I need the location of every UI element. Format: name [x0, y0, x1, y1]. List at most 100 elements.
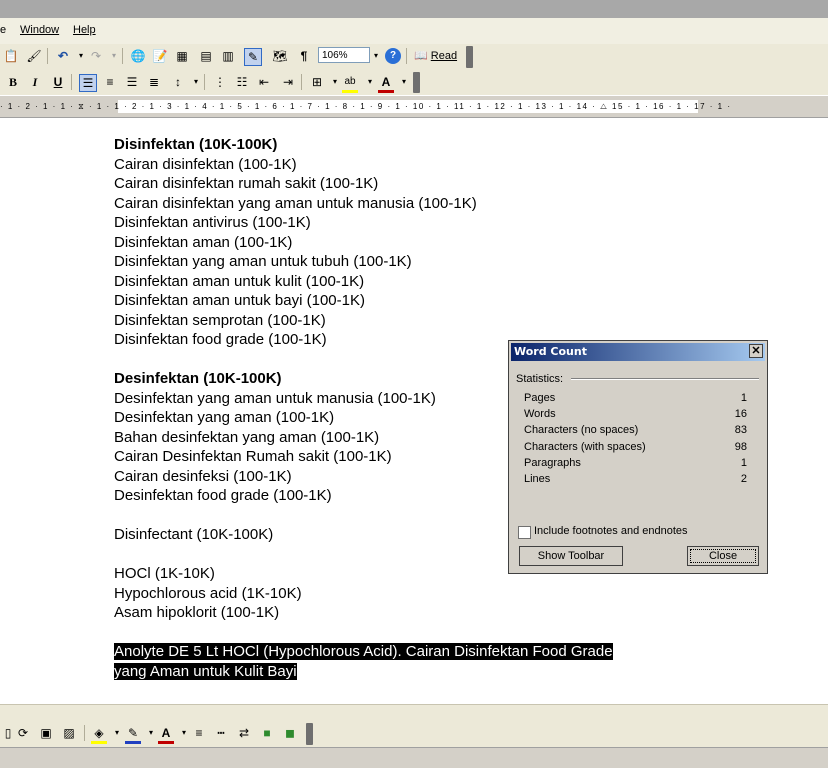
show-hide-icon[interactable]: ¶ [296, 48, 312, 64]
menu-item-window[interactable]: Window [20, 24, 59, 36]
text-box-icon[interactable]: ▯ [0, 725, 16, 741]
document-line: Disinfektan aman untuk kulit (100-1K) [114, 272, 613, 292]
document-line: Cairan disinfektan rumah sakit (100-1K) [114, 174, 613, 194]
highlight-icon[interactable]: ab [342, 74, 358, 93]
font-color-dropdown-icon[interactable]: ▾ [396, 74, 412, 90]
footnotes-checkbox-label[interactable]: Include footnotes and endnotes [534, 525, 688, 537]
menu-item-help[interactable]: Help [73, 24, 96, 36]
stat-label: Paragraphs [524, 456, 581, 469]
numbering-icon[interactable]: ⋮ [212, 74, 228, 90]
keyword-line: Hypochlorous acid (1K-10K) [114, 584, 302, 602]
shadow-style-icon[interactable]: ■ [259, 725, 275, 741]
decrease-indent-icon[interactable]: ⇤ [256, 74, 272, 90]
highlight-dropdown-icon[interactable]: ▾ [362, 74, 378, 90]
toolbar-separator [122, 48, 123, 64]
insert-table-icon[interactable]: ▦ [174, 48, 190, 64]
document-map-icon[interactable]: 🗺 [272, 48, 288, 64]
toolbar-separator [406, 48, 407, 64]
keyword-line: Desinfektan food grade (100-1K) [114, 487, 332, 504]
align-right-icon[interactable]: ☰ [124, 74, 140, 90]
show-toolbar-button[interactable]: Show Toolbar [519, 546, 623, 566]
undo-icon[interactable]: ↶ [55, 48, 71, 64]
keyword-line: HOCl (1K-10K) [114, 565, 215, 582]
columns-icon[interactable]: ▥ [220, 48, 236, 64]
zoom-dropdown-icon[interactable]: ▾ [368, 48, 384, 64]
menu-item-edit[interactable]: e [0, 24, 6, 36]
bullets-icon[interactable]: ☷ [234, 74, 250, 90]
toolbar-separator [47, 48, 48, 64]
clip-art-icon[interactable]: ▣ [38, 725, 54, 741]
arrow-style-icon[interactable]: ⇄ [236, 725, 252, 741]
redo-icon[interactable]: ↷ [88, 48, 104, 64]
toolbar-grip[interactable] [306, 723, 313, 745]
keyword-line: Disinfektan antivirus (100-1K) [114, 214, 311, 231]
insert-picture-icon[interactable]: ▨ [61, 725, 77, 741]
redo-dropdown-icon[interactable]: ▾ [106, 48, 122, 64]
line-spacing-dropdown-icon[interactable]: ▾ [188, 74, 204, 90]
read-icon: 📖 [414, 50, 431, 62]
toolbar-grip[interactable] [466, 46, 473, 68]
document-line: Disinfektan semprotan (100-1K) [114, 311, 613, 331]
menu-bar: e Window Help [0, 18, 828, 44]
word-count-dialog: Word Count ✕ Statistics: Pages 1 Words 16 Ch… [508, 340, 768, 574]
drawing-font-color-dropdown-icon[interactable]: ▾ [176, 725, 192, 741]
keyword-line: Asam hipoklorit (100-1K) [114, 604, 280, 621]
underline-icon[interactable]: U [50, 74, 66, 90]
paste-icon[interactable]: 📋 [3, 48, 19, 64]
zoom-box[interactable]: 106% [318, 47, 370, 63]
dash-style-icon[interactable]: ┅ [213, 725, 229, 741]
drawing-icon[interactable]: ✎ [244, 48, 262, 66]
document-line: Disinfektan antivirus (100-1K) [114, 213, 613, 233]
help-icon[interactable]: ? [385, 48, 401, 64]
read-button[interactable]: 📖 Read [414, 49, 457, 62]
document-line: Disinfektan (10K-100K) [114, 135, 613, 155]
keyword-line: Disinfectant (10K-100K) [114, 526, 274, 543]
tables-borders-icon[interactable]: 📝 [152, 48, 168, 64]
italic-icon[interactable]: I [27, 74, 43, 90]
title-bar-strip [0, 0, 828, 18]
keyword-line: Desinfektan yang aman (100-1K) [114, 409, 335, 426]
document-line: yang Aman untuk Kulit Bayi [114, 662, 613, 682]
menu-item-window-label: Window [20, 24, 60, 36]
toolbar-grip[interactable] [413, 72, 420, 93]
close-button[interactable]: Close [687, 546, 759, 566]
increase-indent-icon[interactable]: ⇥ [280, 74, 296, 90]
fill-color-icon[interactable]: ◈ [91, 725, 107, 744]
stat-label: Pages [524, 392, 556, 404]
close-icon[interactable]: ✕ [749, 344, 763, 358]
toolbar-separator [71, 74, 72, 90]
document-line: Disinfektan aman (100-1K) [114, 233, 613, 253]
center-icon[interactable]: ≡ [102, 74, 118, 90]
drawing-font-color-icon[interactable]: A [158, 725, 174, 744]
zoom-value: 106% [322, 50, 348, 61]
document-line: Anolyte DE 5 Lt HOCl (Hypochlorous Acid)… [114, 642, 613, 662]
border-icon[interactable]: ⊞ [309, 74, 325, 90]
3d-style-icon[interactable]: ◼ [282, 725, 298, 741]
line-spacing-icon[interactable]: ↕ [170, 74, 186, 90]
justify-icon[interactable]: ≣ [146, 74, 162, 90]
font-color-icon[interactable]: A [378, 74, 394, 93]
insert-excel-icon[interactable]: ▤ [198, 48, 214, 64]
keyword-line: Cairan desinfeksi (100-1K) [114, 467, 292, 485]
line-color-icon[interactable]: ✎ [125, 725, 141, 744]
diagram-icon[interactable]: ⟳ [15, 725, 31, 741]
stat-value: 1 [740, 456, 747, 469]
dialog-title-bar[interactable]: Word Count ✕ [511, 343, 765, 361]
keyword-line: Disinfektan food grade (100-1K) [114, 331, 327, 348]
keyword-line: Cairan disinfektan rumah sakit (100-1K) [114, 175, 379, 192]
footnotes-checkbox[interactable] [518, 526, 531, 539]
undo-dropdown-icon[interactable]: ▾ [73, 48, 89, 64]
align-left-icon[interactable]: ☰ [79, 74, 97, 92]
bold-icon[interactable]: B [5, 74, 21, 90]
keyword-heading: Disinfektan (10K-100K) [114, 136, 278, 153]
hyperlink-icon[interactable]: 🌐 [130, 48, 146, 64]
line-style-icon[interactable]: ≡ [191, 725, 207, 741]
border-dropdown-icon[interactable]: ▾ [327, 74, 343, 90]
line-color-dropdown-icon[interactable]: ▾ [143, 725, 159, 741]
fill-dropdown-icon[interactable]: ▾ [109, 725, 125, 741]
stat-label: Characters (no spaces) [524, 424, 639, 437]
menu-item-help-label: Help [73, 24, 96, 36]
format-painter-icon[interactable]: 🖌 [26, 48, 42, 64]
horizontal-scroll-area[interactable] [0, 704, 828, 720]
